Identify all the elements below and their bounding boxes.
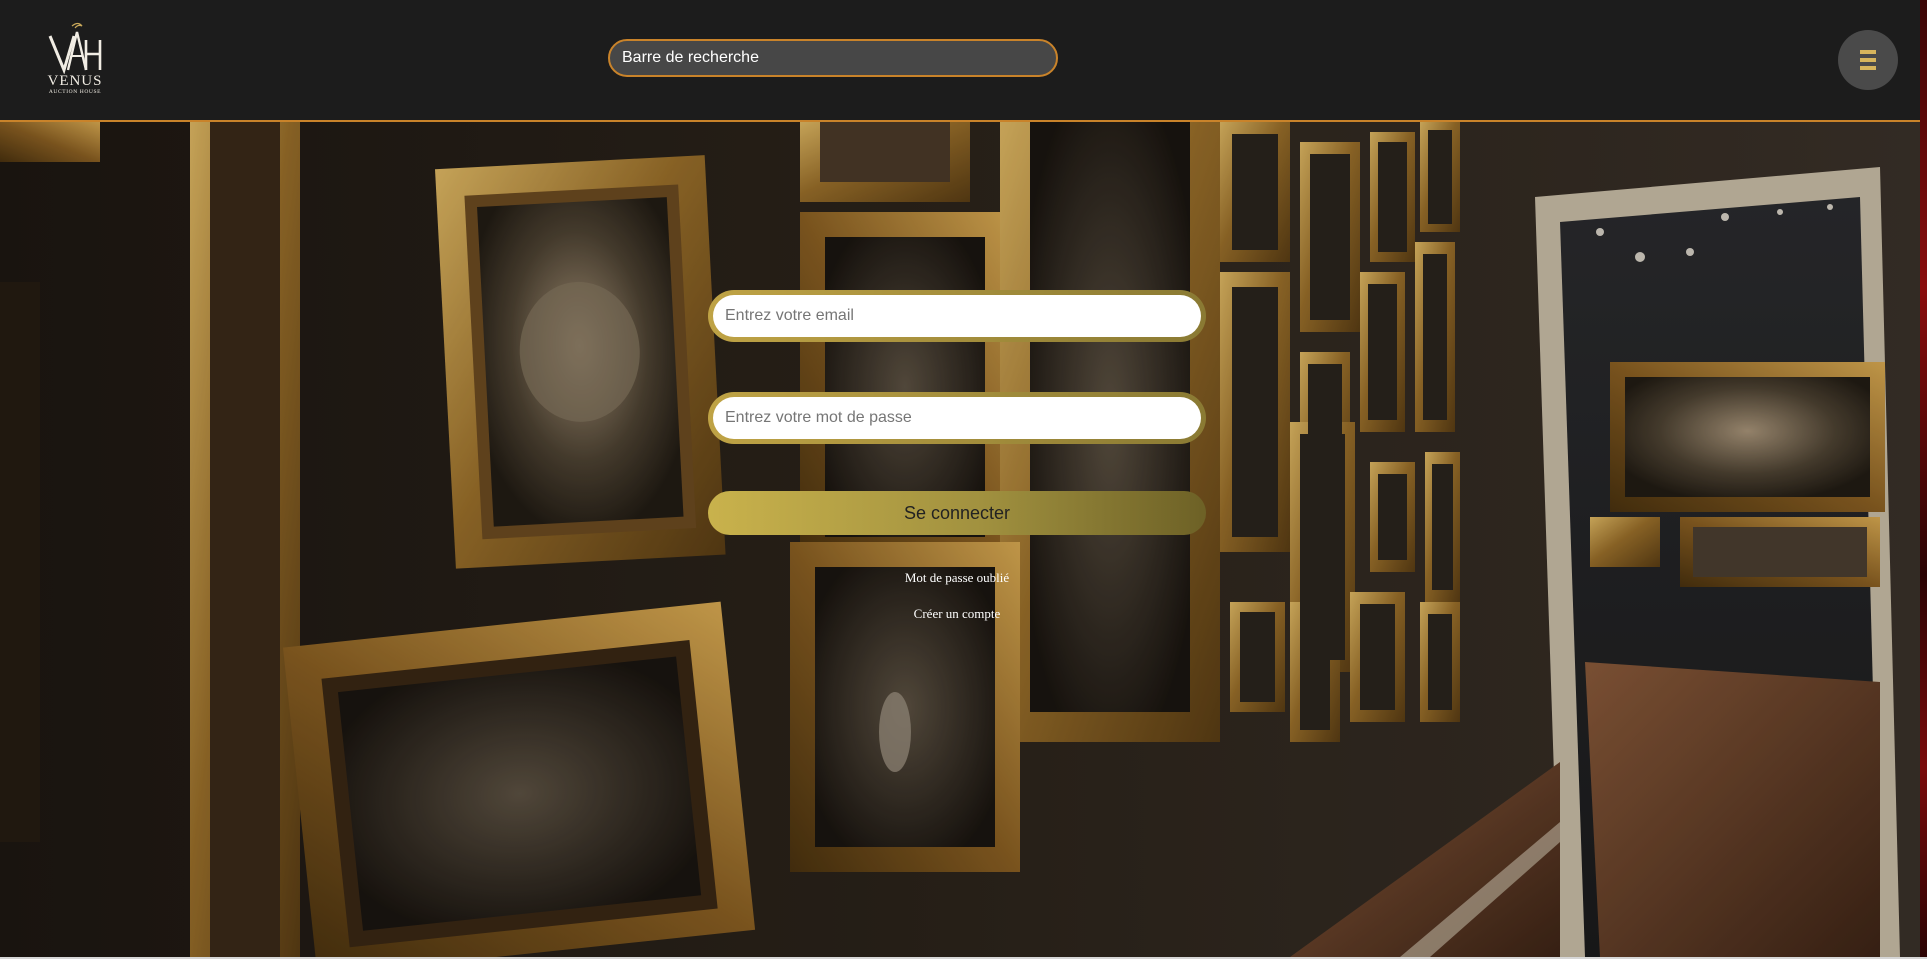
vah-monogram-icon (48, 22, 102, 74)
search-input[interactable] (608, 39, 1058, 77)
create-account-link[interactable]: Créer un compte (708, 606, 1206, 622)
hamburger-menu-icon (1860, 50, 1876, 70)
window-edge (1920, 0, 1927, 959)
login-page: VENUS AUCTION HOUSE Barre de recherche E… (0, 0, 1927, 959)
email-input[interactable] (713, 295, 1201, 337)
venus-auction-house-logo[interactable]: VENUS AUCTION HOUSE (42, 22, 108, 108)
gallery-background-image (0, 122, 1920, 957)
forgot-password-link[interactable]: Mot de passe oublié (708, 570, 1206, 586)
gallery-illustration (0, 122, 1920, 957)
top-header: VENUS AUCTION HOUSE (0, 0, 1920, 122)
login-button[interactable]: Se connecter (708, 491, 1206, 535)
logo-name: VENUS (47, 73, 103, 89)
password-field-frame (708, 392, 1206, 444)
logo-tagline: AUCTION HOUSE (48, 89, 102, 95)
password-input[interactable] (713, 397, 1201, 439)
email-field-frame (708, 290, 1206, 342)
menu-button[interactable] (1838, 30, 1898, 90)
